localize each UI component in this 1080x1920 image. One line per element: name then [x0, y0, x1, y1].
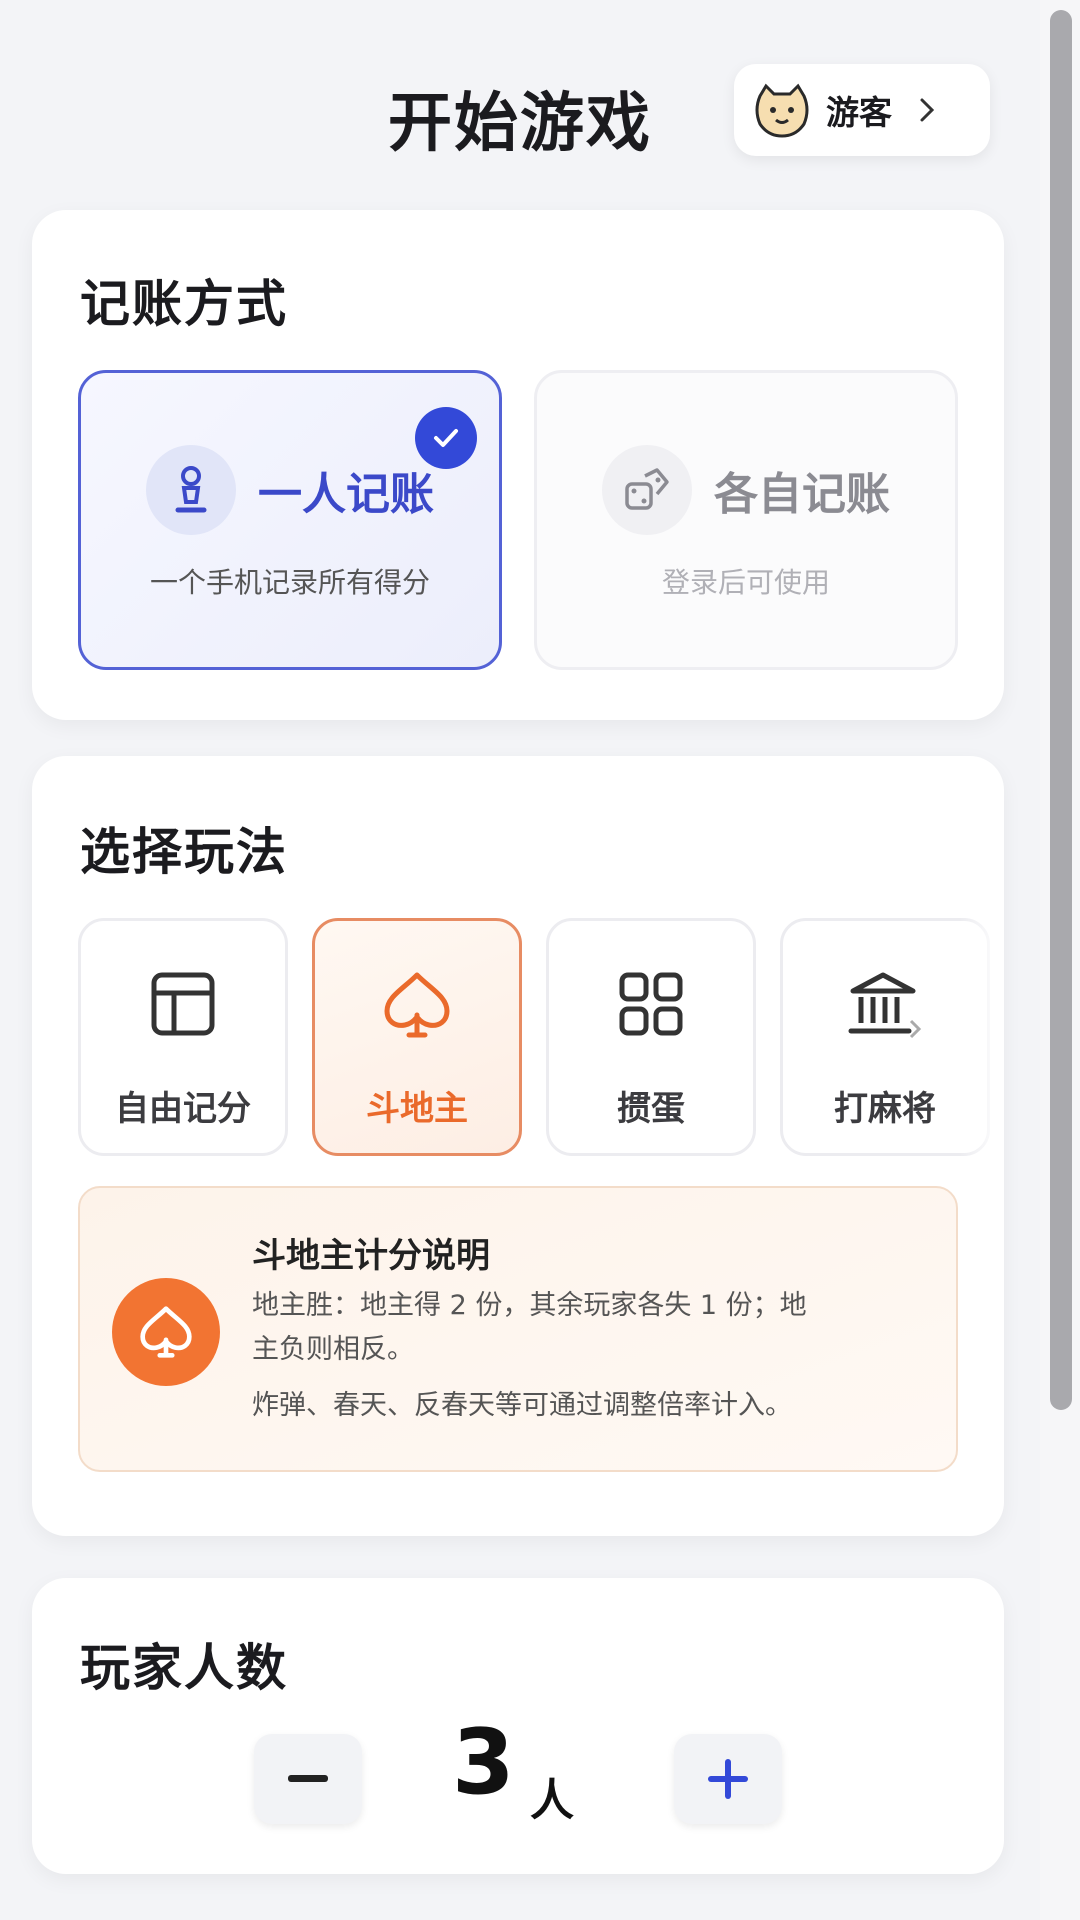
scrollbar-thumb[interactable]: [1050, 10, 1072, 1410]
rules-box: 斗地主计分说明 地主胜：地主得 2 份，其余玩家各失 1 份；地 主负则相反。 …: [78, 1186, 958, 1472]
player-count-unit: 人: [530, 1775, 574, 1826]
decrease-players-button[interactable]: [254, 1734, 362, 1824]
play-free-label: 自由记分: [115, 1089, 251, 1129]
play-doudizhu-label: 斗地主: [366, 1089, 468, 1129]
play-doudizhu[interactable]: 斗地主: [312, 918, 522, 1156]
guest-label: 游客: [826, 93, 892, 132]
mode-separate-sub: 登录后可使用: [661, 566, 830, 599]
rules-line-3: 炸弹、春天、反春天等可通过调整倍率计入。: [252, 1390, 792, 1421]
minus-icon: [288, 1775, 328, 1782]
scroll-fade: [960, 906, 1004, 1166]
dice-icon: [602, 445, 692, 535]
layout-icon: [151, 972, 215, 1036]
header: 开始游戏 游客: [0, 0, 1040, 200]
spade-icon: [384, 972, 450, 1038]
rules-line-2: 主负则相反。: [252, 1334, 414, 1365]
play-guandan-label: 掼蛋: [617, 1089, 685, 1129]
spade-icon: [112, 1278, 220, 1386]
plus-icon: [708, 1759, 748, 1799]
mode-separate-label: 各自记账: [714, 469, 890, 520]
accounting-card: 记账方式 一人记账 一个手机记录所有得分 各自记账 登录后可使用: [32, 210, 1004, 720]
accounting-title: 记账方式: [80, 275, 288, 333]
play-guandan[interactable]: 掼蛋: [546, 918, 756, 1156]
players-card: 玩家人数 3 人: [32, 1578, 1004, 1874]
scrollbar-track[interactable]: [1040, 0, 1080, 1920]
play-free-scoring[interactable]: 自由记分: [78, 918, 288, 1156]
play-mode-card: 选择玩法 自由记分 斗地主 掼蛋 打麻将 斗地主计分说明 地主胜：地主得 2 份…: [32, 756, 1004, 1536]
mode-single-label: 一人记账: [258, 469, 434, 520]
increase-players-button[interactable]: [674, 1734, 782, 1824]
chevron-right-icon: [920, 98, 935, 122]
play-mode-title: 选择玩法: [80, 823, 288, 881]
mode-separate-bookkeeping[interactable]: 各自记账 登录后可使用: [534, 370, 958, 670]
guest-account-button[interactable]: 游客: [734, 64, 990, 156]
cat-avatar-icon: [755, 83, 809, 138]
rules-title: 斗地主计分说明: [252, 1236, 490, 1276]
chess-pawn-icon: [146, 445, 236, 535]
mode-single-sub: 一个手机记录所有得分: [149, 566, 430, 599]
player-count-value: 3: [452, 1710, 515, 1815]
mode-single-bookkeeping[interactable]: 一人记账 一个手机记录所有得分: [78, 370, 502, 670]
bank-icon: [848, 972, 922, 1039]
rules-line-1: 地主胜：地主得 2 份，其余玩家各失 1 份；地: [252, 1290, 807, 1321]
play-mahjong-label: 打麻将: [834, 1089, 936, 1129]
players-title: 玩家人数: [80, 1639, 288, 1697]
grid-icon: [619, 972, 683, 1036]
play-mahjong[interactable]: 打麻将: [780, 918, 990, 1156]
